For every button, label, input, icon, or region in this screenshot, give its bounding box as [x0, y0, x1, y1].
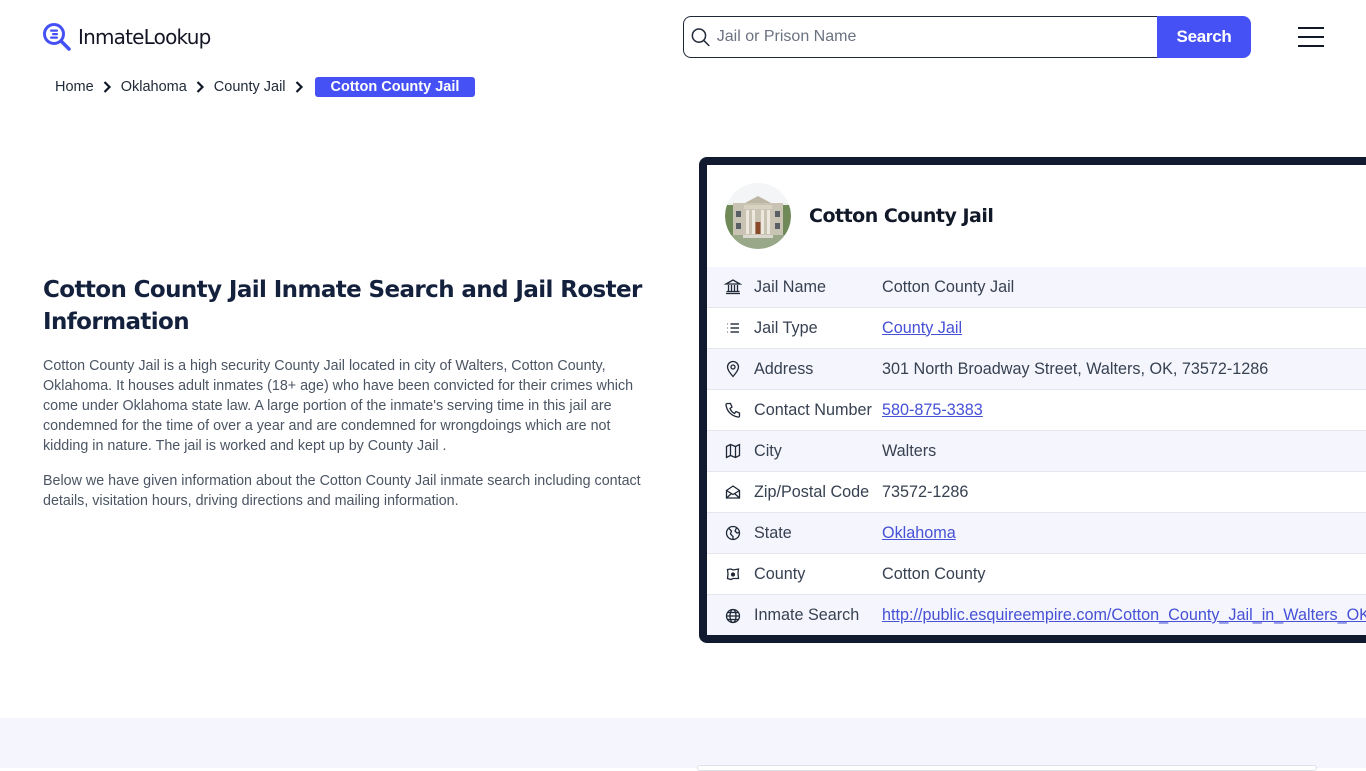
detail-value: 73572-1286: [882, 482, 969, 501]
map-pin-icon: [726, 360, 740, 378]
jail-info-card: Cotton County Jail Jail Name Cotton Coun…: [699, 157, 1366, 643]
breadcrumb: Home Oklahoma County Jail Cotton County …: [55, 76, 476, 98]
detail-label: Inmate Search: [754, 606, 860, 624]
bank-icon: [724, 279, 742, 295]
search-form: Search: [683, 16, 1251, 58]
logo-text: InmateLookup: [78, 25, 211, 49]
intro-section: Cotton County Jail Inmate Search and Jai…: [43, 274, 643, 511]
search-button[interactable]: Search: [1157, 16, 1251, 58]
detail-row-county: County Cotton County: [707, 554, 1366, 595]
detail-value: Cotton County Jail: [882, 277, 1015, 296]
mail-open-icon: [725, 485, 741, 499]
list-icon: [727, 323, 739, 333]
chevron-right-icon: [103, 81, 111, 93]
intro-paragraph: Below we have given information about th…: [43, 473, 641, 509]
card-header: Cotton County Jail: [707, 165, 1366, 267]
detail-value: Cotton County: [882, 564, 986, 583]
jail-details-table: Jail Name Cotton County Jail Jail Type C…: [707, 267, 1366, 635]
detail-label: State: [754, 523, 792, 542]
detail-label: Jail Type: [754, 318, 818, 337]
detail-row-zip: Zip/Postal Code 73572-1286: [707, 472, 1366, 513]
card-title: Cotton County Jail: [809, 205, 994, 227]
state-link[interactable]: Oklahoma: [882, 524, 956, 543]
county-map-icon: [726, 568, 740, 581]
hamburger-line: [1298, 45, 1324, 47]
search-icon: [691, 28, 710, 47]
detail-label: City: [754, 441, 782, 460]
detail-row-city: City Walters: [707, 431, 1366, 472]
detail-value: 301 North Broadway Street, Walters, OK, …: [882, 359, 1269, 378]
globe-state-icon: [725, 525, 741, 541]
detail-row-jail-type: Jail Type County Jail: [707, 308, 1366, 349]
breadcrumb-home[interactable]: Home: [55, 79, 94, 95]
hamburger-line: [1298, 27, 1324, 29]
world-icon: [725, 608, 741, 623]
detail-row-inmate-search: Inmate Search http://public.esquireempir…: [707, 595, 1366, 635]
jail-info-card-body: Cotton County Jail Jail Name Cotton Coun…: [707, 165, 1366, 635]
detail-label: Jail Name: [754, 277, 826, 296]
breadcrumb-jail-type[interactable]: County Jail: [214, 79, 286, 95]
menu-button[interactable]: [1298, 27, 1324, 47]
map-icon: [725, 443, 741, 459]
hamburger-line: [1298, 36, 1324, 38]
detail-row-contact: Contact Number 580-875-3383: [707, 390, 1366, 431]
search-field: [683, 16, 1157, 58]
next-section-background: [0, 718, 1366, 768]
chevron-right-icon: [196, 81, 204, 93]
intro-paragraph: Cotton County Jail is a high security Co…: [43, 358, 634, 454]
detail-row-address: Address 301 North Broadway Street, Walte…: [707, 349, 1366, 390]
search-input[interactable]: [716, 28, 1157, 46]
inmate-search-link[interactable]: http://public.esquireempire.com/Cotton_C…: [882, 606, 1366, 625]
jail-type-link[interactable]: County Jail: [882, 319, 962, 338]
detail-label: Address: [754, 359, 814, 378]
breadcrumb-current: Cotton County Jail: [314, 77, 476, 97]
next-section-card-edge: [697, 765, 1317, 771]
magnifier-logo-icon: [43, 23, 71, 51]
breadcrumb-state[interactable]: Oklahoma: [121, 79, 187, 95]
detail-row-state: State Oklahoma: [707, 513, 1366, 554]
detail-label: Contact Number: [754, 400, 872, 419]
detail-label: Zip/Postal Code: [754, 482, 870, 501]
phone-link[interactable]: 580-875-3383: [882, 401, 983, 420]
detail-row-jail-name: Jail Name Cotton County Jail: [707, 267, 1366, 308]
logo-link[interactable]: InmateLookup: [42, 22, 211, 52]
jail-photo: [725, 183, 791, 249]
page-title: Cotton County Jail Inmate Search and Jai…: [43, 277, 642, 335]
detail-label: County: [754, 564, 806, 583]
detail-value: Walters: [882, 441, 937, 460]
chevron-right-icon: [295, 81, 303, 93]
phone-icon: [725, 402, 741, 418]
site-header: InmateLookup Search: [0, 0, 1366, 72]
